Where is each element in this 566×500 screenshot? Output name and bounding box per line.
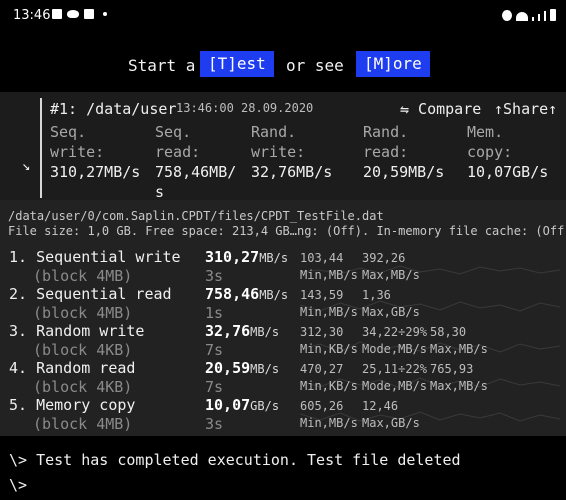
result-block: (block 4KB)	[33, 378, 133, 396]
result-block: (block 4MB)	[33, 304, 133, 322]
result-summary[interactable]: ↘ #1: /data/user 13:46:00 28.09.2020 ⇋ C…	[0, 92, 566, 202]
result-name: 1. Sequential write	[9, 248, 181, 266]
result-time: 3s	[205, 267, 224, 285]
summary-label: write:	[50, 143, 105, 161]
results-panel: ↘ #1: /data/user 13:46:00 28.09.2020 ⇋ C…	[0, 92, 566, 436]
status-bar: 13:46	[0, 0, 566, 34]
mail-icon	[84, 9, 94, 19]
console-prompt[interactable]: \>	[9, 476, 27, 494]
summary-label: copy:	[467, 143, 513, 161]
result-row-rand-write: 3. Random write (block 4KB) 32,76MB/s 7s…	[0, 322, 566, 359]
summary-rand-write: Rand. write: 32,76MB/s	[251, 122, 332, 182]
signal-bar-icon	[538, 14, 540, 21]
more-button[interactable]: [M]ore	[356, 51, 430, 77]
result-name: 3. Random write	[9, 322, 145, 340]
result-timestamp: 13:46:00 28.09.2020	[176, 101, 314, 115]
result-value: 10,07GB/s	[205, 396, 280, 414]
summary-value: 20,59MB/s	[363, 163, 445, 181]
notification-icons	[52, 9, 107, 19]
result-block: (block 4MB)	[33, 267, 133, 285]
result-value: 20,59MB/s	[205, 359, 280, 377]
result-time: 1s	[205, 304, 224, 322]
more-notifications-icon	[103, 12, 107, 16]
summary-label: Rand.	[363, 123, 409, 141]
summary-mem-copy: Mem. copy: 10,07GB/s	[467, 122, 548, 182]
alarm-icon	[502, 10, 512, 21]
signal-bar-icon	[544, 11, 546, 21]
image-icon	[52, 9, 62, 19]
summary-label: write:	[251, 143, 306, 161]
summary-value: 758,46MB/	[155, 163, 237, 181]
status-time: 13:46	[13, 8, 51, 23]
result-time: 7s	[205, 341, 224, 359]
result-block: (block 4KB)	[33, 341, 133, 359]
summary-label: Seq.	[155, 123, 192, 141]
share-button[interactable]: ↑Share↑	[494, 100, 557, 118]
start-prefix: Start a	[128, 56, 196, 75]
result-row-rand-read: 4. Random read (block 4KB) 20,59MB/s 7s …	[0, 359, 566, 396]
system-icons	[502, 9, 556, 21]
summary-seq-write: Seq. write: 310,27MB/s	[50, 122, 140, 182]
summary-label: read:	[155, 143, 201, 161]
result-name: 5. Memory copy	[9, 396, 136, 414]
file-path: /data/user/0/com.Saplin.CPDT/files/CPDT_…	[8, 209, 384, 223]
summary-label: Mem.	[467, 123, 504, 141]
test-button[interactable]: [T]est	[200, 51, 274, 77]
result-block: (block 4MB)	[33, 415, 133, 433]
compare-button[interactable]: ⇋ Compare	[400, 100, 481, 118]
summary-rand-read: Rand. read: 20,59MB/s	[363, 122, 444, 182]
summary-value: 32,76MB/s	[251, 163, 333, 181]
start-middle: or see	[286, 56, 344, 75]
result-name: 4. Random read	[9, 359, 136, 377]
file-info: File size: 1,0 GB. Free space: 213,4 GB……	[8, 224, 566, 238]
result-title: #1: /data/user	[50, 100, 177, 118]
summary-label: Rand.	[251, 123, 297, 141]
result-row-seq-read: 2. Sequential read (block 4MB) 758,46MB/…	[0, 285, 566, 322]
result-row-seq-write: 1. Sequential write (block 4MB) 310,27MB…	[0, 248, 566, 285]
result-time: 3s	[205, 415, 224, 433]
start-bar: Start a [T]est or see [M]ore	[0, 34, 566, 92]
expand-arrow-icon[interactable]: ↘	[22, 158, 30, 174]
result-row-mem-copy: 5. Memory copy (block 4MB) 10,07GB/s 3s …	[0, 396, 566, 433]
summary-label: read:	[363, 143, 409, 161]
battery-icon	[550, 9, 556, 21]
summary-value: 10,07GB/s	[467, 163, 549, 181]
summary-seq-read: Seq. read: 758,46MB/ s	[155, 122, 236, 202]
result-value: 758,46MB/s	[205, 285, 289, 303]
console-output-line: \> Test has completed execution. Test fi…	[9, 451, 461, 469]
result-value: 32,76MB/s	[205, 322, 280, 340]
signal-icon	[532, 17, 534, 21]
cloud-icon	[67, 10, 79, 18]
summary-label: Seq.	[50, 123, 87, 141]
summary-value: 310,27MB/s	[50, 163, 141, 181]
summary-divider	[40, 98, 42, 198]
wifi-icon	[516, 12, 528, 21]
result-name: 2. Sequential read	[9, 285, 172, 303]
console[interactable]: \> Test has completed execution. Test fi…	[0, 436, 566, 500]
summary-value-cont: s	[155, 183, 165, 201]
result-value: 310,27MB/s	[205, 248, 289, 266]
result-time: 7s	[205, 378, 224, 396]
